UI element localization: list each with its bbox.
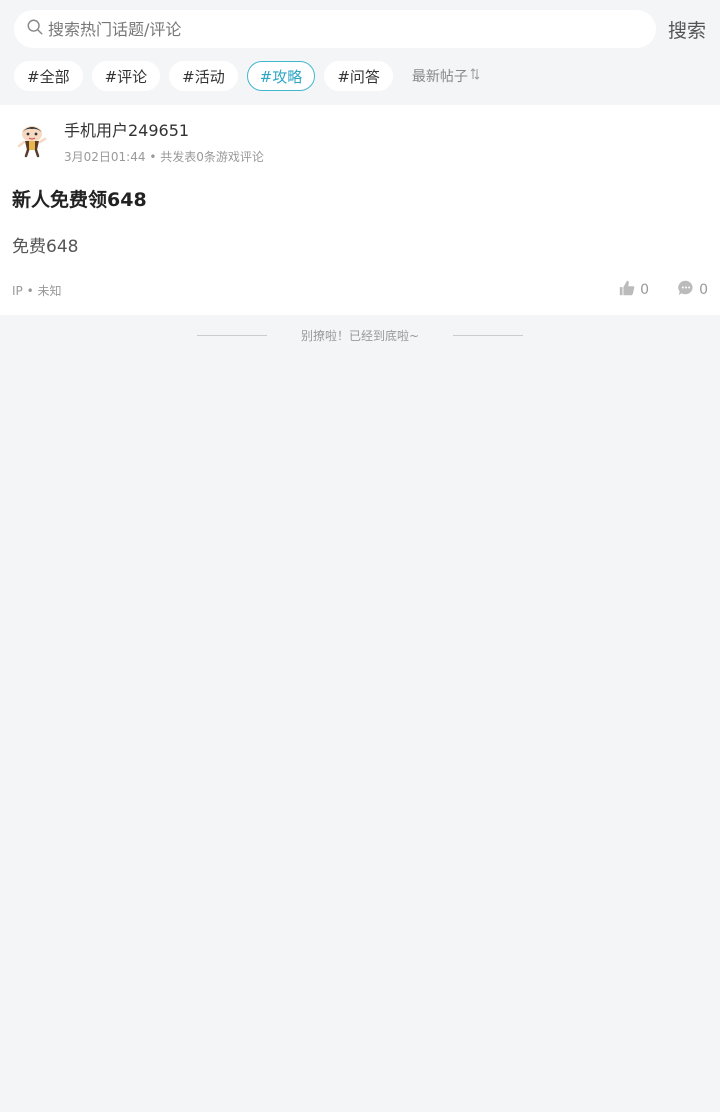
post-meta: 3月02日01:44 • 共发表0条游戏评论 bbox=[64, 148, 264, 165]
search-button[interactable]: 搜索 bbox=[666, 16, 706, 43]
avatar[interactable] bbox=[12, 119, 52, 159]
ip-value: 未知 bbox=[37, 283, 62, 298]
thumbs-up-icon bbox=[618, 279, 640, 301]
tag-guide[interactable]: #攻略 bbox=[246, 61, 316, 91]
end-text: 别撩啦！已经到底啦~ bbox=[300, 329, 420, 343]
post-body[interactable]: 免费648 bbox=[12, 232, 708, 257]
post-author-info: 手机用户249651 3月02日01:44 • 共发表0条游戏评论 bbox=[64, 119, 264, 165]
tag-qa[interactable]: #问答 bbox=[324, 61, 393, 91]
ip-separator: • bbox=[26, 283, 38, 298]
meta-separator: • bbox=[149, 150, 157, 164]
ip-label: IP bbox=[12, 283, 23, 298]
tag-all[interactable]: #全部 bbox=[14, 61, 83, 91]
end-of-list: 别撩啦！已经到底啦~ bbox=[0, 327, 720, 344]
post-header: 手机用户249651 3月02日01:44 • 共发表0条游戏评论 bbox=[12, 119, 708, 165]
like-count: 0 bbox=[640, 282, 650, 298]
review-count: 共发表0条游戏评论 bbox=[160, 150, 264, 164]
search-row: 搜索 bbox=[14, 10, 706, 48]
divider-right bbox=[453, 335, 524, 336]
post-date: 3月02日01:44 bbox=[64, 150, 146, 164]
tag-event[interactable]: #活动 bbox=[169, 61, 238, 91]
search-input[interactable] bbox=[48, 19, 656, 39]
sort-icon bbox=[468, 68, 480, 84]
username[interactable]: 手机用户249651 bbox=[64, 121, 264, 141]
comment-button[interactable]: 0 bbox=[677, 279, 708, 301]
comment-count: 0 bbox=[699, 282, 708, 298]
header: 搜索 #全部 #评论 #活动 #攻略 #问答 最新帖子 bbox=[0, 0, 720, 92]
post-card[interactable]: 手机用户249651 3月02日01:44 • 共发表0条游戏评论 新人免费领6… bbox=[0, 105, 720, 315]
tag-filter-bar: #全部 #评论 #活动 #攻略 #问答 最新帖子 bbox=[14, 60, 706, 92]
post-footer: IP • 未知 0 0 bbox=[12, 279, 708, 301]
search-icon bbox=[26, 18, 48, 40]
sort-dropdown[interactable]: 最新帖子 bbox=[412, 66, 480, 86]
tag-review[interactable]: #评论 bbox=[91, 61, 161, 91]
sort-label: 最新帖子 bbox=[411, 69, 468, 85]
ip-location: IP • 未知 bbox=[12, 282, 590, 299]
search-box[interactable] bbox=[14, 10, 656, 48]
divider-left bbox=[196, 335, 267, 336]
post-title[interactable]: 新人免费领648 bbox=[12, 185, 708, 212]
like-button[interactable]: 0 bbox=[618, 279, 649, 301]
comment-icon bbox=[677, 279, 699, 301]
